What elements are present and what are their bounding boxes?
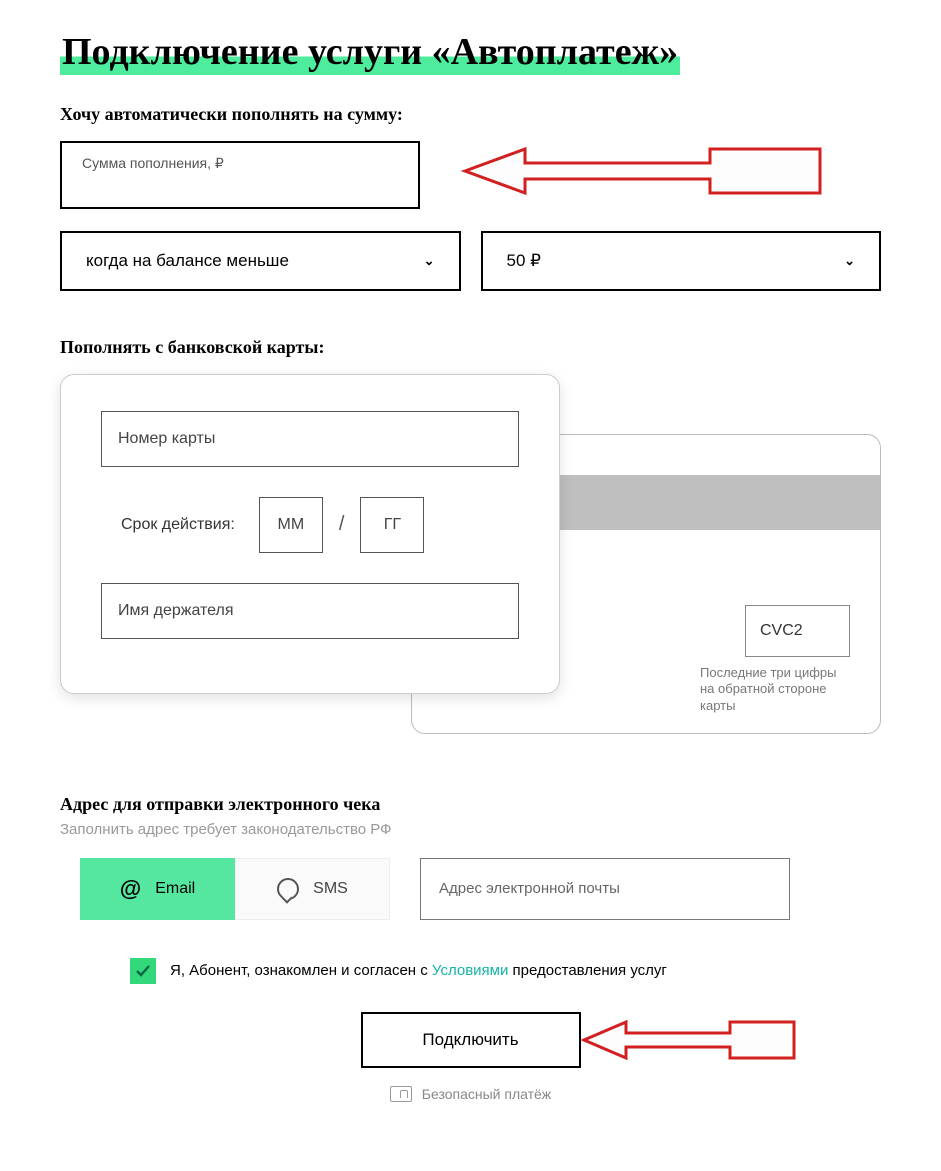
expiry-label: Срок действия: xyxy=(121,516,235,534)
terms-link[interactable]: Условиями xyxy=(432,962,508,979)
cvc-hint: Последние три цифры на обратной стороне … xyxy=(700,665,850,716)
condition-value-dropdown[interactable]: 50 ₽ ⌄ xyxy=(481,231,882,291)
consent-row: Я, Абонент, ознакомлен и согласен с Усло… xyxy=(130,958,881,984)
amount-input[interactable]: Сумма пополнения, ₽ xyxy=(60,141,420,209)
lock-card-icon xyxy=(390,1086,412,1102)
tab-sms[interactable]: SMS xyxy=(235,858,390,920)
tab-email[interactable]: @ Email xyxy=(80,858,235,920)
expiry-year-input[interactable]: ГГ xyxy=(360,497,424,553)
consent-text-prefix: Я, Абонент, ознакомлен и согласен с xyxy=(170,962,432,979)
amount-label: Хочу автоматически пополнять на сумму: xyxy=(60,104,881,125)
tab-label: Email xyxy=(155,880,195,898)
page-title: Подключение услуги «Автоплатеж» xyxy=(60,30,881,76)
receipt-heading: Адрес для отправки электронного чека xyxy=(60,794,881,815)
expiry-separator: / xyxy=(339,513,345,536)
annotation-arrow-amount xyxy=(460,141,830,201)
chevron-down-icon: ⌄ xyxy=(844,253,855,269)
receipt-sub: Заполнить адрес требует законодательство… xyxy=(60,821,881,838)
card-widget: CVC2 Последние три цифры на обратной сто… xyxy=(60,374,881,754)
annotation-arrow-submit xyxy=(580,1016,800,1064)
dropdown-value: 50 ₽ xyxy=(507,251,541,271)
tab-label: SMS xyxy=(313,880,348,898)
receipt-email-input[interactable]: Адрес электронной почты xyxy=(420,858,790,920)
card-section-label: Пополнять с банковской карты: xyxy=(60,337,881,358)
expiry-month-input[interactable]: ММ xyxy=(259,497,323,553)
check-icon xyxy=(136,965,150,977)
card-number-input[interactable]: Номер карты xyxy=(101,411,519,467)
consent-text-suffix: предоставления услуг xyxy=(508,962,667,979)
submit-button[interactable]: Подключить xyxy=(361,1012,581,1068)
card-holder-input[interactable]: Имя держателя xyxy=(101,583,519,639)
consent-checkbox[interactable] xyxy=(130,958,156,984)
receipt-channel-tabs: @ Email SMS xyxy=(80,858,390,920)
speech-bubble-icon xyxy=(277,878,299,900)
dropdown-label: когда на балансе меньше xyxy=(86,251,289,271)
chevron-down-icon: ⌄ xyxy=(424,253,435,269)
condition-when-dropdown[interactable]: когда на балансе меньше ⌄ xyxy=(60,231,461,291)
at-icon: @ xyxy=(120,876,141,902)
card-front: Номер карты Срок действия: ММ / ГГ Имя д… xyxy=(60,374,560,694)
secure-payment-label: Безопасный платёж xyxy=(60,1086,881,1102)
cvc-input[interactable]: CVC2 xyxy=(745,605,850,657)
